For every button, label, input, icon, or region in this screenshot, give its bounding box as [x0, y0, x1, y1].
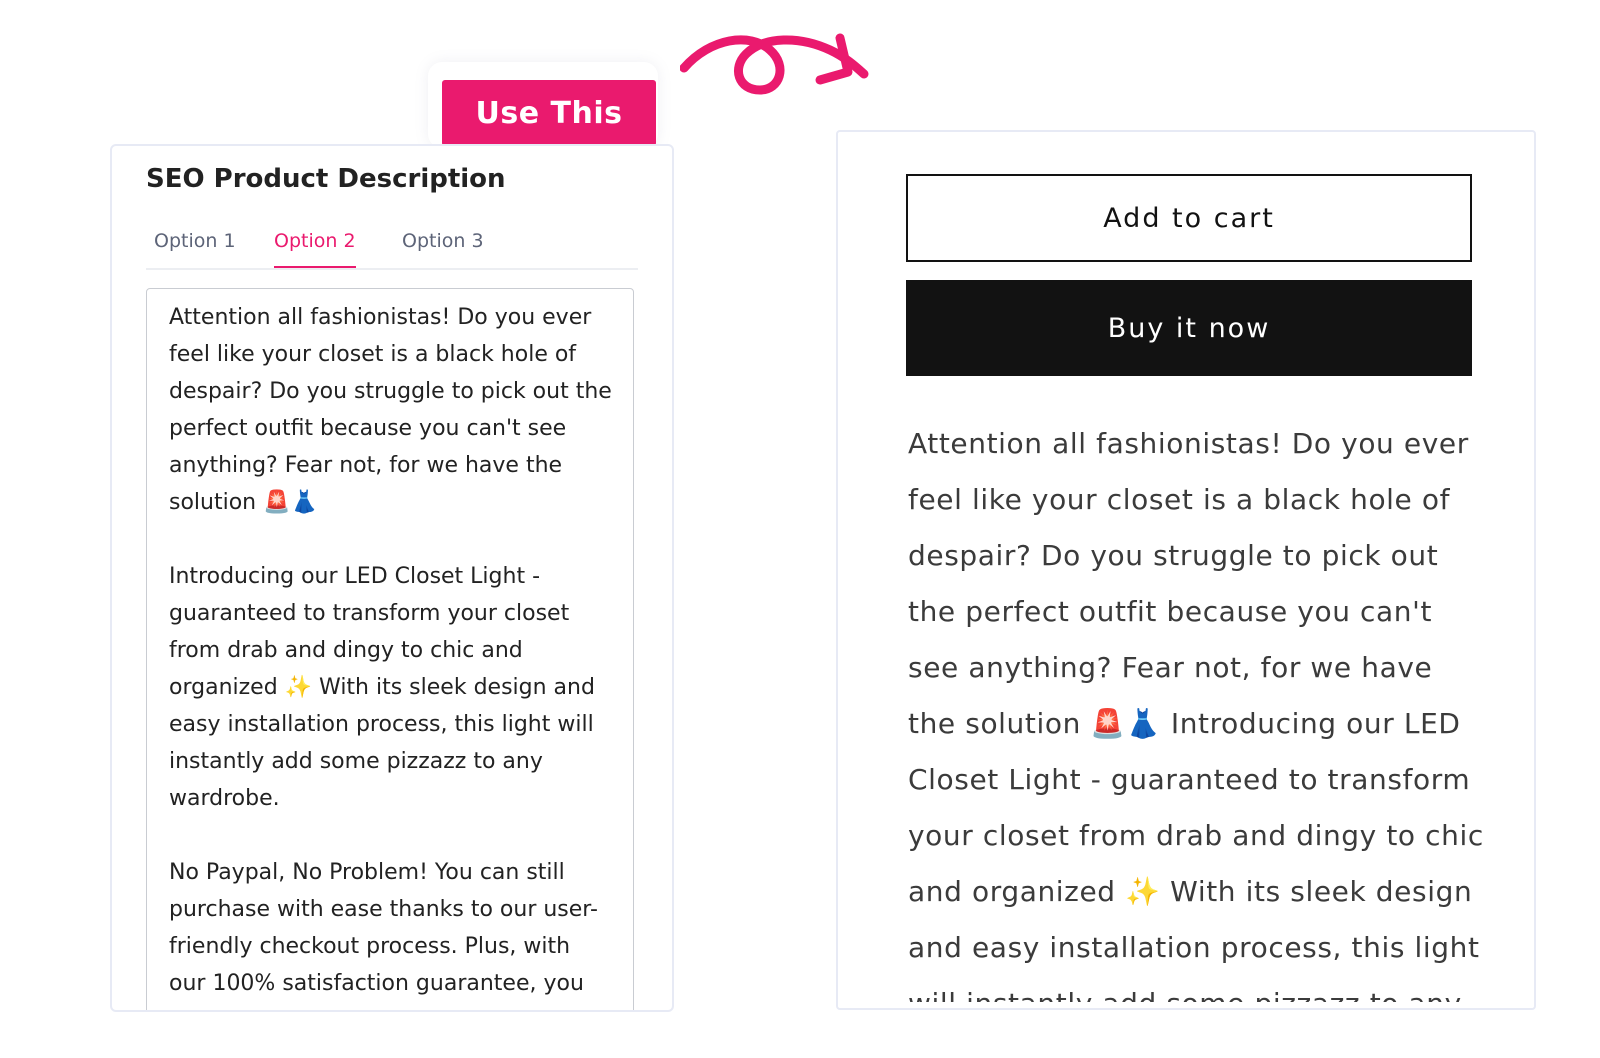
description-paragraph-3: No Paypal, No Problem! You can still pur… [169, 860, 598, 996]
panel-title: SEO Product Description [146, 164, 506, 194]
option-tabs: Option 1 Option 2 Option 3 [146, 224, 638, 270]
add-to-cart-button[interactable]: Add to cart [906, 174, 1472, 262]
tab-option-1[interactable]: Option 1 [154, 230, 236, 266]
buy-it-now-button[interactable]: Buy it now [906, 280, 1472, 376]
use-this-button[interactable]: Use This [442, 80, 656, 146]
description-paragraph-1: Attention all fashionistas! Do you ever … [169, 305, 612, 515]
tab-option-3[interactable]: Option 3 [402, 230, 484, 266]
tab-option-2[interactable]: Option 2 [274, 230, 356, 268]
description-paragraph-2: Introducing our LED Closet Light - guara… [169, 564, 595, 811]
curly-arrow-right-icon [680, 33, 869, 95]
description-textarea[interactable]: Attention all fashionistas! Do you ever … [146, 288, 634, 1010]
product-description: Attention all fashionistas! Do you ever … [908, 427, 1484, 1002]
product-page-preview: Add to cart Buy it now Attention all fas… [836, 130, 1536, 1010]
seo-description-panel: SEO Product Description Option 1 Option … [110, 144, 674, 1012]
